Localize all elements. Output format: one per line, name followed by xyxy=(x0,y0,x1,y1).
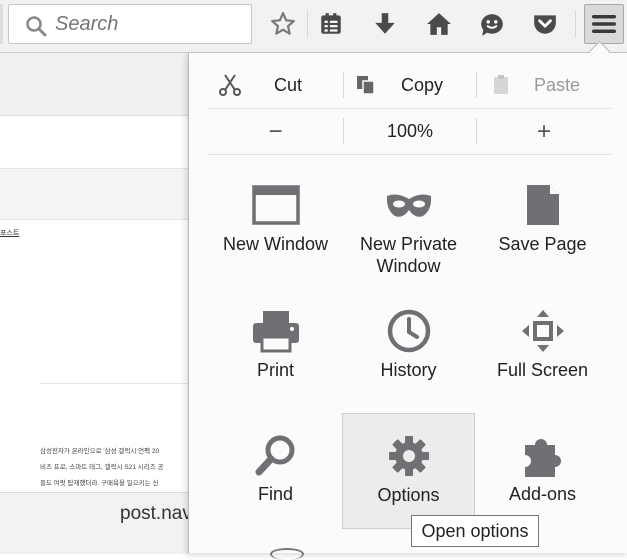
bookmark-star-icon xyxy=(271,12,295,35)
hello-icon xyxy=(481,14,503,36)
download-icon xyxy=(375,13,395,34)
history-button[interactable]: History xyxy=(342,289,475,405)
new-window-icon xyxy=(251,185,300,225)
puzzle-piece-icon xyxy=(524,439,561,477)
article-text-line: 비즈 프로, 스마트 태그, 갤럭시 S21 시리즈 공 xyxy=(40,464,164,471)
new-window-button[interactable]: New Window xyxy=(209,163,342,279)
zoom-in-label: + xyxy=(536,117,551,145)
reading-list-button[interactable] xyxy=(316,9,346,39)
tile-label: Add-ons xyxy=(508,484,577,504)
paste-label: Paste xyxy=(534,74,581,95)
page-nav-band xyxy=(0,116,190,169)
tile-label: New Private Window xyxy=(359,234,458,276)
cut-label: Cut xyxy=(274,74,303,95)
article-text-line: 들도 여럿 탑재했더라. 구매욕을 일으키는 신 xyxy=(40,480,159,487)
background-page: 포스트 삼성전자가 온라인으로 '삼성 갤럭시 언팩 20 비즈 프로, 스마트… xyxy=(0,53,192,554)
home-icon xyxy=(427,13,451,35)
paste-button[interactable]: Paste xyxy=(477,62,611,108)
options-button[interactable]: Options xyxy=(342,413,475,529)
pocket-button[interactable] xyxy=(530,9,560,39)
edit-controls: Cut Copy Paste xyxy=(208,62,611,109)
reading-list-icon xyxy=(321,13,341,34)
page-header-band xyxy=(0,53,190,116)
copy-button[interactable]: Copy xyxy=(344,62,476,108)
search-input[interactable] xyxy=(55,11,245,37)
home-button[interactable] xyxy=(424,9,454,39)
hello-button[interactable] xyxy=(477,9,507,39)
fullscreen-icon xyxy=(521,310,564,352)
find-button[interactable]: Find xyxy=(209,413,342,529)
history-clock-icon xyxy=(387,309,430,353)
tile-label: Find xyxy=(257,484,293,504)
copy-icon xyxy=(357,76,375,95)
options-tooltip: Open options xyxy=(411,515,539,547)
save-page-button[interactable]: Save Page xyxy=(476,163,609,279)
zoom-reset-button[interactable]: 100% xyxy=(344,109,476,154)
zoom-out-button[interactable]: − xyxy=(208,109,343,154)
content-divider xyxy=(40,383,190,384)
printer-icon xyxy=(252,311,299,353)
tile-label: Print xyxy=(256,360,294,380)
tile-label: Save Page xyxy=(498,234,587,254)
scissors-icon xyxy=(219,74,241,96)
print-button[interactable]: Print xyxy=(209,289,342,405)
magnifier-icon xyxy=(255,435,294,476)
toolbar-separator xyxy=(575,10,576,38)
search-icon xyxy=(26,16,47,37)
cut-button[interactable]: Cut xyxy=(208,62,343,108)
browser-toolbar xyxy=(0,0,627,53)
page-link[interactable]: 포스트 xyxy=(0,228,19,238)
private-mask-icon xyxy=(386,194,431,217)
zoom-level: 100% xyxy=(386,121,434,141)
tile-label: New Window xyxy=(222,234,329,254)
downloads-button[interactable] xyxy=(370,9,400,39)
page-subnav-band xyxy=(0,169,190,220)
pocket-icon xyxy=(534,15,556,34)
search-box[interactable] xyxy=(8,4,252,44)
open-menu-button[interactable] xyxy=(584,4,624,44)
add-ons-button[interactable]: Add-ons xyxy=(476,413,609,529)
page-content: 포스트 삼성전자가 온라인으로 '삼성 갤럭시 언팩 20 비즈 프로, 스마트… xyxy=(0,220,190,492)
paste-icon xyxy=(494,75,508,94)
zoom-controls: − 100% + xyxy=(208,109,611,155)
article-text-line: 삼성전자가 온라인으로 '삼성 갤럭시 언팩 20 xyxy=(40,448,160,455)
page-status-bar: post.nav xyxy=(0,492,192,554)
save-page-icon xyxy=(526,185,559,225)
status-url-text: post.nav xyxy=(120,503,192,524)
zoom-in-button[interactable]: + xyxy=(477,109,611,154)
zoom-out-label: − xyxy=(268,117,283,145)
copy-label: Copy xyxy=(401,74,444,95)
toolbar-separator xyxy=(307,10,308,38)
hamburger-menu-icon xyxy=(592,15,616,33)
tile-label: Options xyxy=(377,485,440,505)
gear-icon xyxy=(388,436,429,476)
toolbar-edge xyxy=(0,4,3,44)
next-row-icon-edge xyxy=(270,548,304,560)
full-screen-button[interactable]: Full Screen xyxy=(476,289,609,405)
tile-label: History xyxy=(380,360,437,380)
tile-label: Full Screen xyxy=(496,360,589,380)
bookmark-star-button[interactable] xyxy=(268,9,298,39)
new-private-window-button[interactable]: New Private Window xyxy=(342,163,475,279)
